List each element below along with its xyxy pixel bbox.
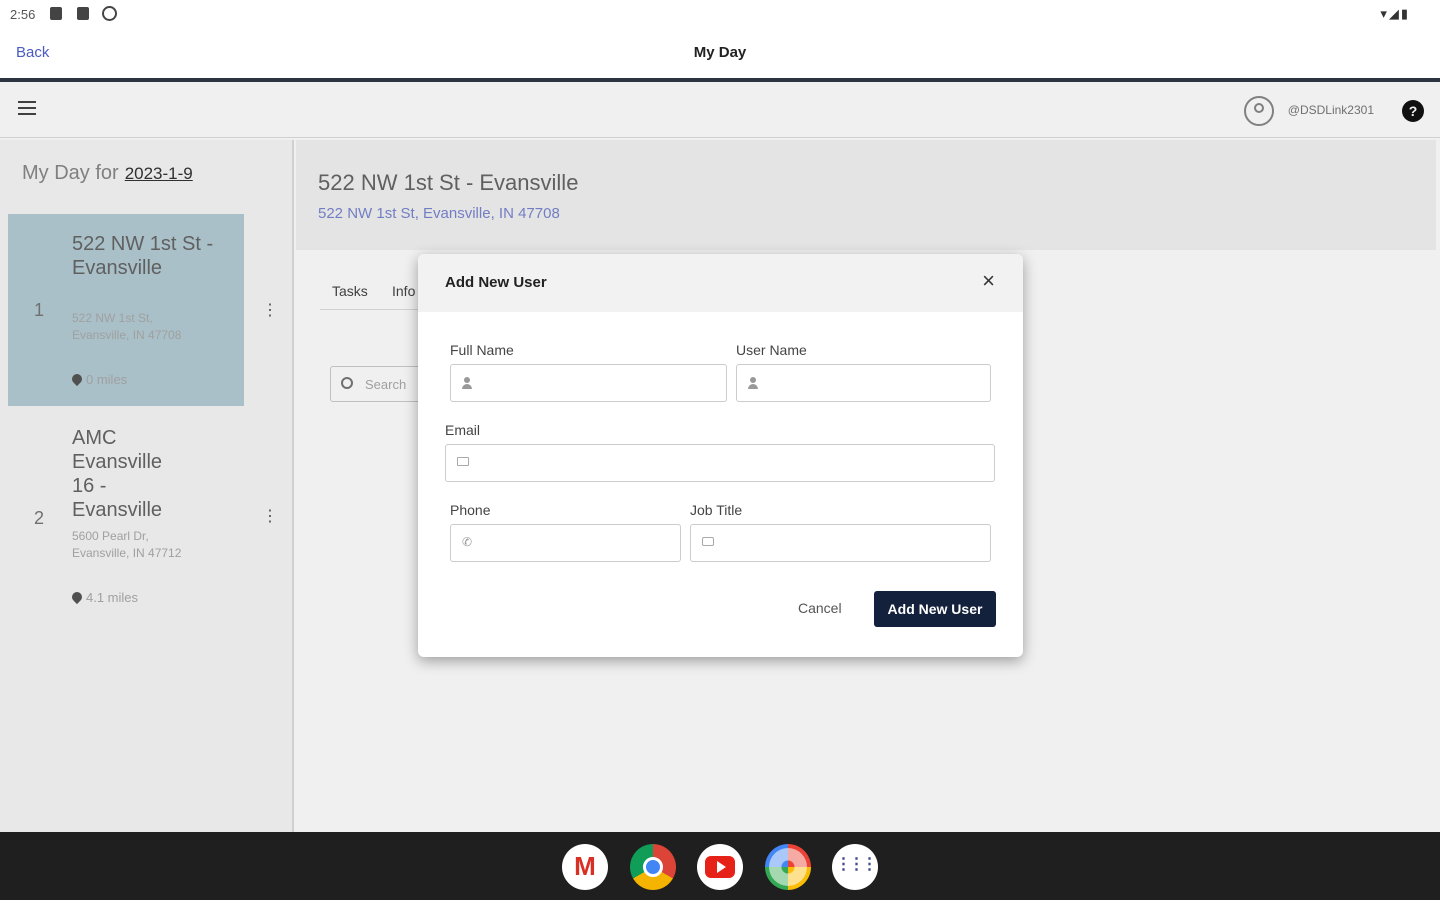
page-title: My Day: [693, 44, 747, 61]
notification-icon: [50, 7, 62, 20]
phone-field[interactable]: ✆: [450, 524, 681, 562]
mail-icon: [457, 457, 469, 466]
dialog-title: Add New User: [445, 274, 547, 291]
job-title-input[interactable]: [721, 525, 984, 561]
system-status-bar: 2:56 ▾◢▮: [0, 0, 1440, 28]
phone-label: Phone: [450, 502, 491, 518]
chrome-icon[interactable]: [630, 844, 676, 890]
app-drawer-icon[interactable]: [832, 844, 878, 890]
close-icon[interactable]: ×: [982, 268, 995, 294]
job-title-field[interactable]: [690, 524, 991, 562]
dnd-icon: [102, 6, 117, 21]
phone-icon: ✆: [462, 535, 473, 549]
user-icon: [748, 377, 759, 389]
user-name-label: User Name: [736, 342, 807, 358]
email-field[interactable]: [445, 444, 995, 482]
user-name-input[interactable]: [767, 365, 984, 401]
id-badge-icon: [702, 537, 714, 546]
photos-icon[interactable]: [765, 844, 811, 890]
youtube-icon[interactable]: [697, 844, 743, 890]
gmail-icon[interactable]: [562, 844, 608, 890]
user-name-field[interactable]: [736, 364, 991, 402]
full-name-input[interactable]: [481, 365, 720, 401]
user-icon: [462, 377, 473, 389]
full-name-label: Full Name: [450, 342, 514, 358]
app-dock: [0, 832, 1440, 900]
status-time: 2:56: [10, 7, 36, 22]
cancel-button[interactable]: Cancel: [798, 600, 842, 616]
app-header: Back My Day: [0, 28, 1440, 78]
job-title-label: Job Title: [690, 502, 743, 518]
email-input[interactable]: [476, 445, 988, 481]
add-new-user-button[interactable]: Add New User: [874, 591, 996, 627]
full-name-field[interactable]: [450, 364, 727, 402]
phone-input[interactable]: [481, 525, 674, 561]
sim-icon: [77, 7, 89, 20]
email-label: Email: [445, 422, 481, 438]
add-user-dialog: Add New User × Full Name User Name Email…: [418, 254, 1023, 657]
signal-battery-icon: ▾◢▮: [1380, 6, 1410, 21]
dialog-header: Add New User ×: [418, 254, 1023, 312]
